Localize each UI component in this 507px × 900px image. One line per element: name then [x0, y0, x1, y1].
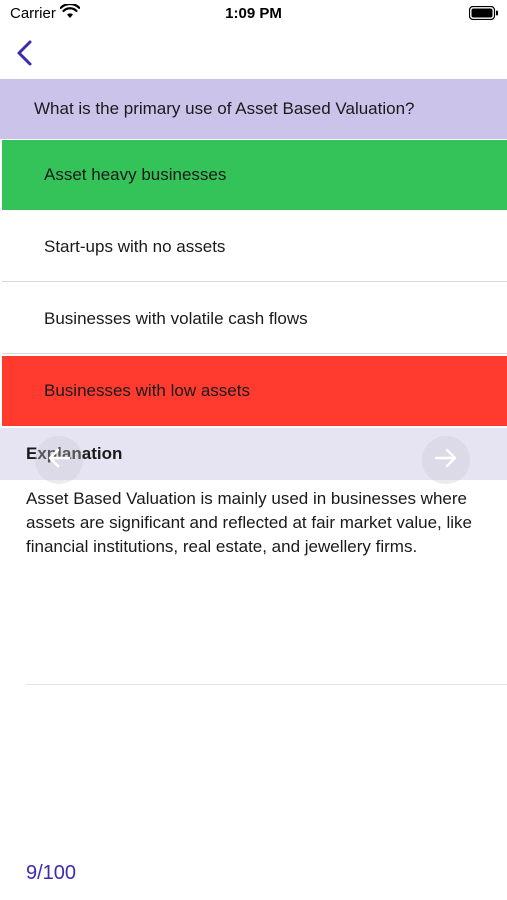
answer-option-incorrect[interactable]: Businesses with low assets: [2, 356, 507, 426]
explanation-text: Asset Based Valuation is mainly used in …: [26, 489, 472, 556]
previous-question-button[interactable]: [35, 436, 83, 484]
question-counter: 9/100: [26, 862, 77, 884]
battery-icon: [468, 5, 499, 25]
answer-option[interactable]: Businesses with volatile cash flows: [2, 284, 507, 354]
answer-option-label: Asset heavy businesses: [44, 165, 227, 184]
question-text: What is the primary use of Asset Based V…: [34, 99, 415, 118]
answer-option-label: Businesses with volatile cash flows: [44, 308, 308, 328]
answer-option[interactable]: Start-ups with no assets: [2, 212, 507, 282]
question-banner: What is the primary use of Asset Based V…: [0, 79, 507, 139]
chevron-left-icon: [12, 40, 40, 72]
answer-option-label: Start-ups with no assets: [44, 236, 226, 256]
status-bar: Carrier 1:09 PM: [0, 0, 507, 30]
divider: [26, 684, 507, 685]
status-time: 1:09 PM: [225, 5, 282, 22]
arrow-right-icon: [433, 447, 459, 474]
answer-option-label: Businesses with low assets: [44, 381, 250, 400]
arrow-left-icon: [46, 447, 72, 474]
back-button[interactable]: [12, 38, 40, 68]
answer-option-correct[interactable]: Asset heavy businesses: [2, 140, 507, 210]
next-question-button[interactable]: [422, 436, 470, 484]
